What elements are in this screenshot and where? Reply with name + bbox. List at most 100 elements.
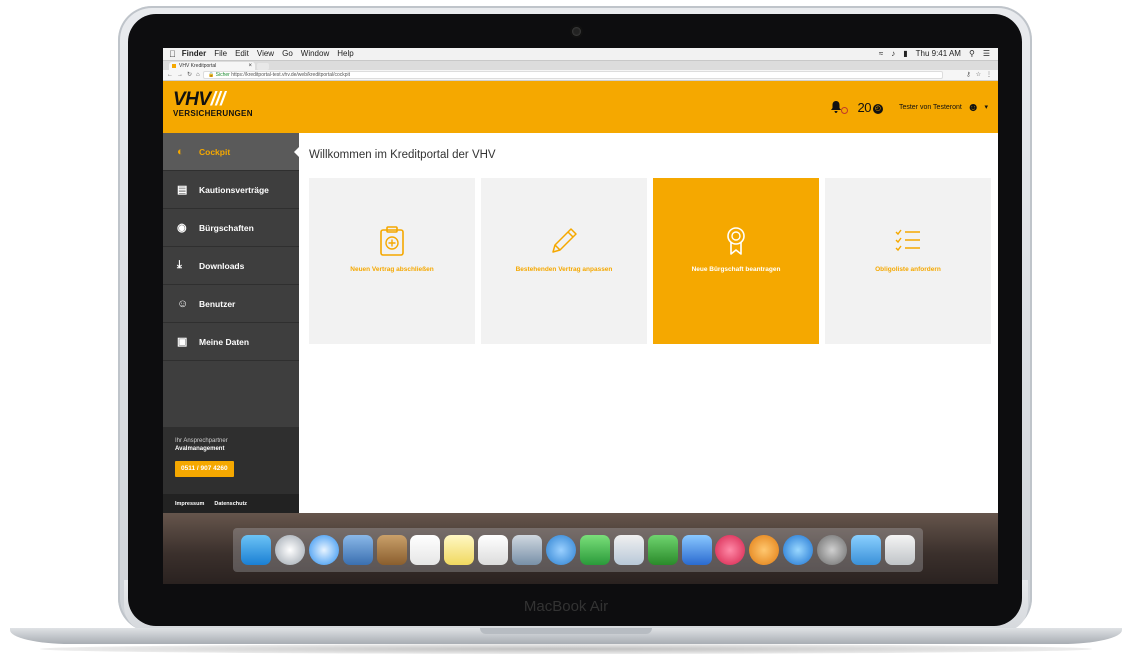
reminders-icon[interactable]: [478, 535, 509, 565]
itunes-icon[interactable]: [715, 535, 746, 565]
reload-icon[interactable]: ↻: [187, 70, 192, 80]
device-label: MacBook Air: [523, 598, 609, 615]
id-card-icon: ▣: [177, 336, 188, 348]
contacts-icon[interactable]: [376, 535, 407, 565]
laptop-notch: [480, 628, 652, 634]
favicon-icon: [172, 64, 176, 68]
close-tab-icon[interactable]: ×: [248, 62, 252, 70]
clock-icon: ◴: [872, 103, 883, 114]
volume-icon[interactable]: ♪: [891, 48, 895, 60]
tile-new-contract[interactable]: Neuen Vertrag abschließen: [309, 178, 475, 344]
mail-icon[interactable]: [342, 535, 373, 565]
sidebar-item-kautionsvertraege[interactable]: ▤ Kautionsverträge: [163, 171, 299, 209]
numbers-icon[interactable]: [647, 535, 678, 565]
facetime-icon[interactable]: [579, 535, 610, 565]
menu-window[interactable]: Window: [301, 48, 329, 60]
url-input[interactable]: 🔒 Sicher https://kreditportal-test.vhv.d…: [203, 71, 943, 79]
contact-name: Avalmanagement: [175, 446, 225, 452]
sidebar-item-buergschaften[interactable]: ◉ Bürgschaften: [163, 209, 299, 247]
menubar-clock[interactable]: Thu 9:41 AM: [916, 48, 961, 60]
browser-tabbar: VHV Kreditportal ×: [163, 61, 998, 70]
impressum-link[interactable]: Impressum: [175, 501, 204, 507]
phone-button[interactable]: 0511 / 907 4260: [175, 461, 234, 477]
finder-icon[interactable]: [240, 535, 271, 565]
counter[interactable]: 20 ◴: [857, 99, 883, 115]
safari-icon[interactable]: [308, 535, 339, 565]
page-title: Willkommen im Kreditportal der VHV: [309, 149, 496, 161]
sidebar-item-meine-daten[interactable]: ▣ Meine Daten: [163, 323, 299, 361]
logo-subtitle: VERSICHERUNGEN: [173, 109, 253, 118]
menu-help[interactable]: Help: [337, 48, 353, 60]
battery-icon[interactable]: ▮: [903, 48, 907, 60]
tile-edit-contract[interactable]: Bestehenden Vertrag anpassen: [481, 178, 647, 344]
notification-center-icon[interactable]: ☰: [983, 48, 990, 60]
users-icon: ☺: [177, 297, 189, 310]
new-tab-button[interactable]: [257, 63, 269, 70]
sidebar-item-downloads[interactable]: ⤓ Downloads: [163, 247, 299, 285]
document-icon: ▤: [177, 184, 188, 196]
calendar-icon[interactable]: [410, 535, 441, 565]
gauge-icon: ◐: [177, 145, 184, 158]
notes-icon[interactable]: [444, 535, 475, 565]
datenschutz-link[interactable]: Datenschutz: [214, 501, 247, 507]
sidebar-item-label: Bürgschaften: [199, 222, 254, 233]
maps-icon[interactable]: [512, 535, 543, 565]
counter-value: 20: [857, 99, 871, 115]
tile-label: Obligoliste anfordern: [875, 266, 941, 273]
menu-file[interactable]: File: [214, 48, 227, 60]
sidebar-item-benutzer[interactable]: ☺ Benutzer: [163, 285, 299, 323]
forward-icon[interactable]: →: [177, 70, 183, 80]
vhv-logo[interactable]: VHV/// VERSICHERUNGEN: [173, 89, 253, 118]
key-icon[interactable]: ⚷: [966, 70, 970, 80]
screen:  Finder File Edit View Go Window Help ≈…: [163, 48, 998, 584]
logo-text: VHV: [173, 89, 211, 110]
contact-label: Ihr Ansprechpartner: [175, 438, 228, 444]
main-content: Willkommen im Kreditportal der VHV Neuen…: [299, 133, 998, 513]
bookmark-star-icon[interactable]: ☆: [976, 70, 981, 80]
user-name: Tester von Testeront: [898, 103, 962, 111]
system-preferences-icon[interactable]: [817, 535, 848, 565]
sidebar-item-label: Benutzer: [199, 298, 236, 309]
mac-menubar:  Finder File Edit View Go Window Help ≈…: [163, 48, 998, 61]
user-icon: ☻: [966, 100, 980, 114]
menu-finder[interactable]: Finder: [182, 48, 206, 60]
menu-view[interactable]: View: [257, 48, 274, 60]
menu-edit[interactable]: Edit: [235, 48, 249, 60]
messages-icon[interactable]: [545, 535, 576, 565]
apple-icon[interactable]: : [169, 48, 176, 60]
sidebar-item-label: Kautionsverträge: [199, 184, 269, 195]
photos-icon[interactable]: [613, 535, 644, 565]
mac-dock: [233, 528, 923, 572]
secure-label: Sicher: [215, 72, 230, 78]
browser-toolbar: ← → ↻ ⌂ 🔒 Sicher https://kreditportal-te…: [163, 70, 998, 81]
bell-icon[interactable]: [831, 101, 849, 114]
back-icon[interactable]: ←: [167, 70, 173, 80]
launchpad-icon[interactable]: [274, 535, 305, 565]
spotlight-icon[interactable]: ⚲: [969, 48, 975, 60]
user-menu[interactable]: Tester von Testeront ☻ ▾: [899, 100, 988, 114]
menu-go[interactable]: Go: [282, 48, 293, 60]
home-icon[interactable]: ⌂: [196, 70, 200, 80]
pencil-icon: [549, 226, 579, 256]
app-store-icon[interactable]: [783, 535, 814, 565]
sidebar-item-cockpit[interactable]: ◐ Cockpit: [163, 133, 299, 171]
trash-icon[interactable]: [884, 535, 915, 565]
wifi-icon[interactable]: ≈: [879, 48, 883, 60]
browser-tab[interactable]: VHV Kreditportal ×: [169, 62, 255, 70]
tile-obligo-list[interactable]: Obligoliste anfordern: [825, 178, 991, 344]
checklist-icon: [894, 226, 922, 256]
download-icon: ⤓: [177, 259, 182, 271]
tile-new-guarantee[interactable]: Neue Bürgschaft beantragen: [653, 178, 819, 344]
url-text: https://kreditportal-test.vhv.de/web/kre…: [231, 72, 351, 78]
browser-menu-icon[interactable]: ⋮: [986, 70, 992, 80]
sidebar-item-label: Cockpit: [199, 146, 231, 157]
notification-badge: [841, 107, 849, 114]
sidebar-item-label: Meine Daten: [199, 336, 250, 347]
ibooks-icon[interactable]: [749, 535, 780, 565]
chevron-down-icon: ▾: [984, 104, 988, 111]
keynote-icon[interactable]: [681, 535, 712, 565]
tile-label: Neuen Vertrag abschließen: [350, 266, 434, 273]
logo-slashes: ///: [210, 89, 226, 110]
sidebar: ◐ Cockpit ▤ Kautionsverträge ◉ Bürgschaf…: [163, 133, 299, 513]
downloads-folder-icon[interactable]: [850, 535, 881, 565]
